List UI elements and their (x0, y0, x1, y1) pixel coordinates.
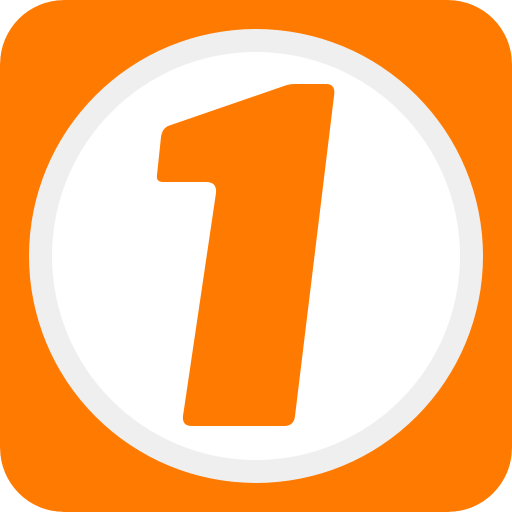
app-icon (0, 0, 512, 512)
number-one-icon (0, 0, 512, 512)
